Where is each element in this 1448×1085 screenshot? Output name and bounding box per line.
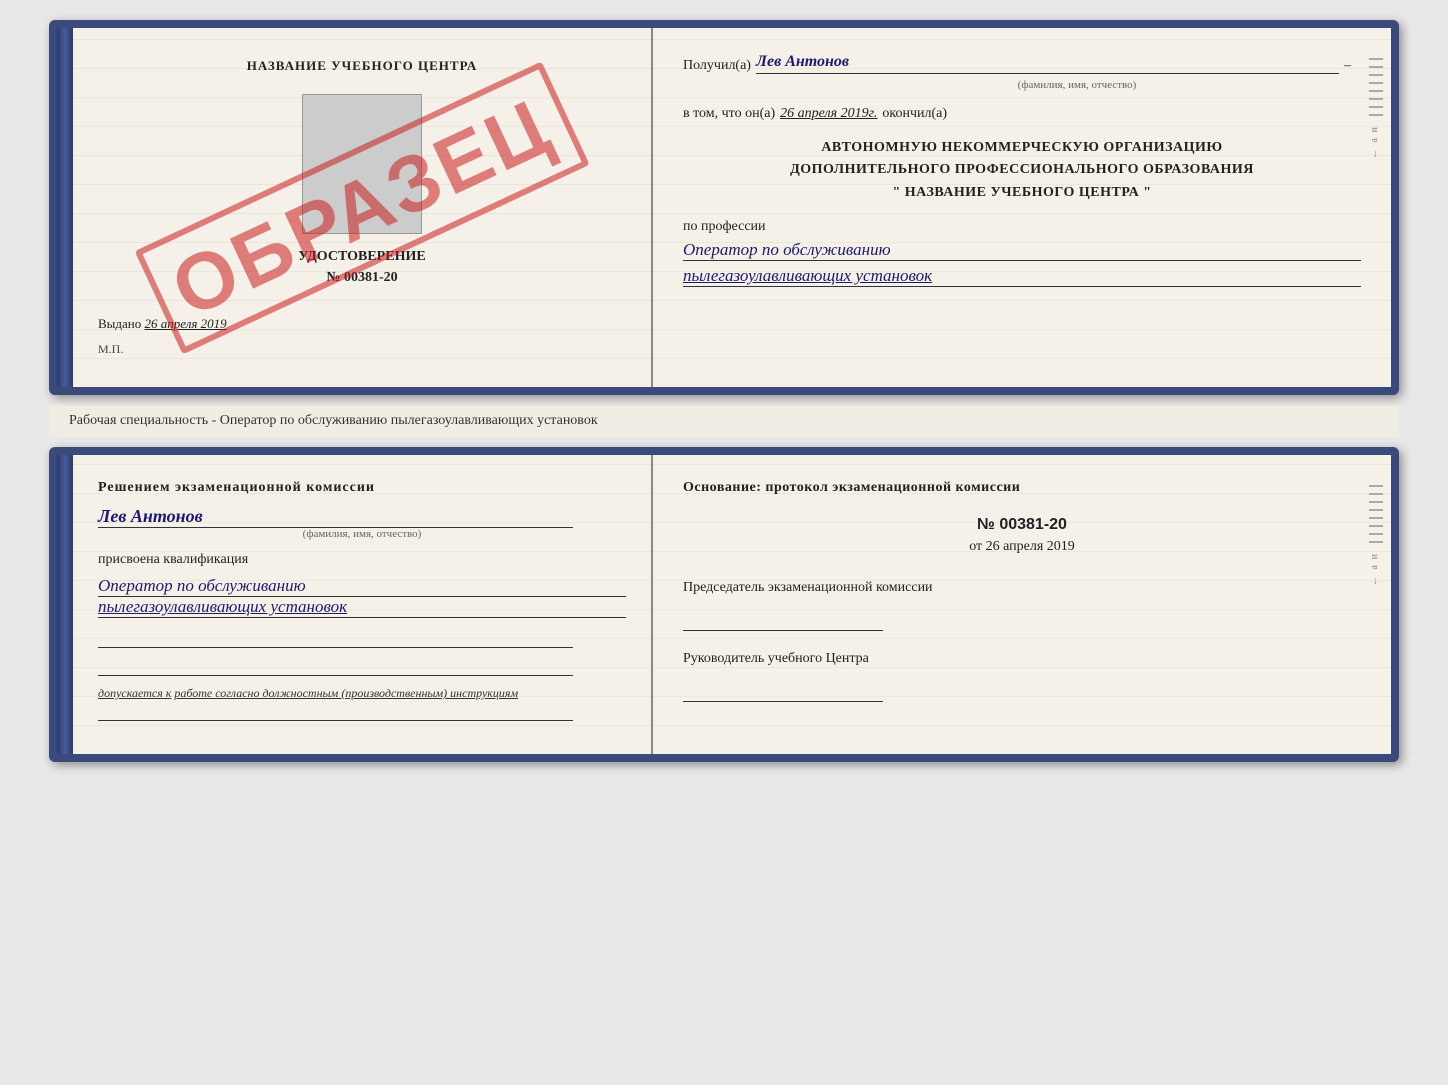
side-line-7 (1369, 106, 1383, 108)
bsl-1 (1369, 485, 1383, 487)
blank-line-3 (98, 701, 573, 721)
certificate-top: НАЗВАНИЕ УЧЕБНОГО ЦЕНТРА УДОСТОВЕРЕНИЕ №… (49, 20, 1399, 395)
protocol-date: от 26 апреля 2019 (683, 539, 1361, 555)
bsl-8 (1369, 541, 1383, 543)
recipient-line: Получил(а) Лев Антонов – (683, 53, 1361, 74)
bsl-text-и: и (1369, 554, 1383, 559)
cert-number: № 00381-20 (98, 270, 626, 286)
side-text-а: а (1369, 138, 1383, 142)
bottom-side-lines: и а ← (1369, 485, 1383, 586)
decision-fio: (фамилия, имя, отчество) (98, 528, 626, 540)
decision-title: Решением экзаменационной комиссии (98, 480, 626, 496)
head-block: Руководитель учебного Центра (683, 651, 1361, 702)
side-line-1 (1369, 58, 1383, 60)
cert-doc-type: УДОСТОВЕРЕНИЕ (98, 249, 626, 265)
recipient-name: Лев Антонов (756, 53, 1339, 74)
date-line: в том, что он(а) 26 апреля 2019г. окончи… (683, 106, 1361, 122)
bsl-3 (1369, 501, 1383, 503)
side-text-strelka: ← (1369, 149, 1383, 159)
cert-spine-top (57, 28, 73, 387)
blank-line-2 (98, 656, 573, 676)
profession-line2: пылегазоулавливающих установок (683, 266, 1361, 287)
blank-line-1 (98, 628, 573, 648)
middle-text: Рабочая специальность - Оператор по обсл… (49, 405, 1399, 437)
side-line-8 (1369, 114, 1383, 116)
allowed-work: работе согласно должностным (производств… (174, 686, 518, 700)
bsl-6 (1369, 525, 1383, 527)
chair-sig-line (683, 606, 883, 631)
cert-left-page: НАЗВАНИЕ УЧЕБНОГО ЦЕНТРА УДОСТОВЕРЕНИЕ №… (73, 28, 653, 387)
side-line-2 (1369, 66, 1383, 68)
chair-title: Председатель экзаменационной комиссии (683, 580, 1361, 596)
qual-line1: Оператор по обслуживанию (98, 576, 626, 597)
date-value: 26 апреля 2019г. (780, 106, 877, 122)
org-line2: ДОПОЛНИТЕЛЬНОГО ПРОФЕССИОНАЛЬНОГО ОБРАЗО… (683, 159, 1361, 181)
side-lines-decoration: и а ← (1369, 58, 1383, 159)
head-title: Руководитель учебного Центра (683, 651, 1361, 667)
bsl-4 (1369, 509, 1383, 511)
org-line1: АВТОНОМНУЮ НЕКОММЕРЧЕСКУЮ ОРГАНИЗАЦИЮ (683, 137, 1361, 159)
chair-block: Председатель экзаменационной комиссии (683, 580, 1361, 631)
cert-school-name: НАЗВАНИЕ УЧЕБНОГО ЦЕНТРА (98, 58, 626, 74)
side-text-и: и (1369, 127, 1383, 132)
cert-right-page: Получил(а) Лев Антонов – (фамилия, имя, … (653, 28, 1391, 387)
recipient-dash: – (1344, 58, 1361, 74)
profession-label: по профессии (683, 219, 1361, 235)
document-container: НАЗВАНИЕ УЧЕБНОГО ЦЕНТРА УДОСТОВЕРЕНИЕ №… (34, 20, 1414, 762)
bsl-7 (1369, 533, 1383, 535)
head-sig-line (683, 677, 883, 702)
side-line-3 (1369, 74, 1383, 76)
side-line-4 (1369, 82, 1383, 84)
allowed-text: допускается к работе согласно должностны… (98, 686, 626, 701)
profession-line1: Оператор по обслуживанию (683, 240, 1361, 261)
side-line-5 (1369, 90, 1383, 92)
cert-issued-label: Выдано 26 апреля 2019 (98, 316, 626, 332)
cert-stamp: М.П. (98, 342, 626, 357)
bsl-5 (1369, 517, 1383, 519)
bottom-left-page: Решением экзаменационной комиссии Лев Ан… (73, 455, 653, 754)
basis-title: Основание: протокол экзаменационной коми… (683, 480, 1361, 496)
side-line-6 (1369, 98, 1383, 100)
bsl-text-strelka: ← (1369, 576, 1383, 586)
assigned-text: присвоена квалификация (98, 552, 626, 568)
fio-label-top: (фамилия, имя, отчество) (793, 79, 1361, 91)
cert-spine-bottom (57, 455, 73, 754)
cert-photo (302, 94, 422, 234)
qual-line2: пылегазоулавливающих установок (98, 597, 626, 618)
recipient-prefix: Получил(а) (683, 58, 751, 74)
bottom-right-page: Основание: протокол экзаменационной коми… (653, 455, 1391, 754)
protocol-number: № 00381-20 (683, 516, 1361, 534)
org-line3: " НАЗВАНИЕ УЧЕБНОГО ЦЕНТРА " (683, 182, 1361, 204)
org-block: АВТОНОМНУЮ НЕКОММЕРЧЕСКУЮ ОРГАНИЗАЦИЮ ДО… (683, 137, 1361, 204)
bsl-text-а: а (1369, 565, 1383, 569)
certificate-bottom: Решением экзаменационной комиссии Лев Ан… (49, 447, 1399, 762)
decision-name: Лев Антонов (98, 506, 573, 528)
bsl-2 (1369, 493, 1383, 495)
